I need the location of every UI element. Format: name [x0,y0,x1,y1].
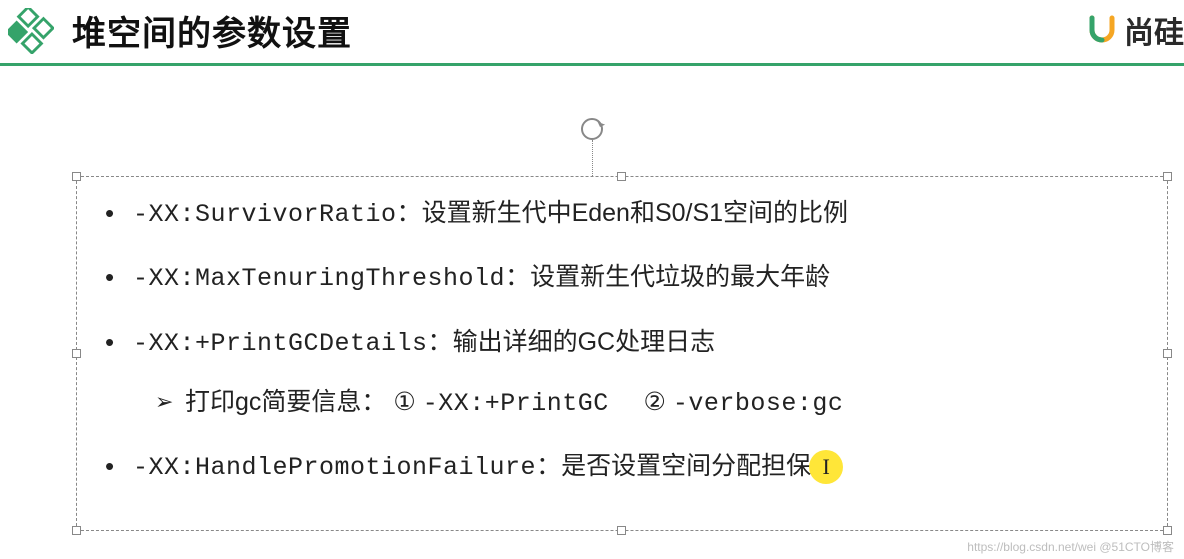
sub-opt-1: -XX:+PrintGC [423,389,609,418]
separator: ： [536,452,561,480]
param-name: -XX:HandlePromotionFailure [133,453,536,482]
sub-opt-2: -verbose:gc [673,389,844,418]
content-textbox[interactable]: -XX:SurvivorRatio：设置新生代中Eden和S0/S1空间的比例 … [76,176,1168,531]
separator: ： [397,199,422,227]
circled-1-icon: ① [393,388,415,416]
rotate-handle-icon[interactable] [581,118,603,140]
diamond-logo-icon [8,8,54,54]
param-name: -XX:+PrintGCDetails [133,329,428,358]
list-item[interactable]: -XX:MaxTenuringThreshold：设置新生代垃圾的最大年龄 [101,259,1143,297]
list-item[interactable]: -XX:HandlePromotionFailure：是否设置空间分配担保I [101,448,1143,486]
list-item[interactable]: -XX:SurvivorRatio：设置新生代中Eden和S0/S1空间的比例 [101,195,1143,233]
separator: ： [428,328,453,356]
circled-2-icon: ② [644,388,666,416]
sub-marker-icon: ➢ [155,386,173,418]
resize-handle-bl[interactable] [72,526,81,535]
sub-lead: 打印gc简要信息： [185,388,386,416]
param-desc: 输出详细的GC处理日志 [453,328,716,356]
rotate-stem [592,140,593,176]
slide-header: 堆空间的参数设置 尚硅 [0,0,1184,66]
list-item[interactable]: -XX:+PrintGCDetails：输出详细的GC处理日志 ➢ 打印gc简要… [101,324,1143,423]
text-cursor-highlight-icon: I [809,450,843,484]
bullet-list: -XX:SurvivorRatio：设置新生代中Eden和S0/S1空间的比例 … [77,177,1167,522]
brand-text: 尚硅 [1124,8,1184,52]
resize-handle-tm[interactable] [617,172,626,181]
resize-handle-mr[interactable] [1163,349,1172,358]
resize-handle-ml[interactable] [72,349,81,358]
slide-title: 堆空间的参数设置 [72,6,352,55]
param-desc: 是否设置空间分配担保 [561,452,811,480]
resize-handle-tr[interactable] [1163,172,1172,181]
brand-icon [1084,12,1120,48]
sub-item: ➢ 打印gc简要信息： ① -XX:+PrintGC ② -verbose:gc [133,384,1143,422]
param-name: -XX:SurvivorRatio [133,200,397,229]
resize-handle-tl[interactable] [72,172,81,181]
resize-handle-br[interactable] [1163,526,1172,535]
param-desc: 设置新生代中Eden和S0/S1空间的比例 [422,199,849,227]
param-name: -XX:MaxTenuringThreshold [133,264,505,293]
separator: ： [505,263,530,291]
watermark-text: https://blog.csdn.net/wei @51CTO博客 [967,538,1174,555]
resize-handle-bm[interactable] [617,526,626,535]
param-desc: 设置新生代垃圾的最大年龄 [530,263,830,291]
brand-logo: 尚硅 [1084,8,1184,52]
